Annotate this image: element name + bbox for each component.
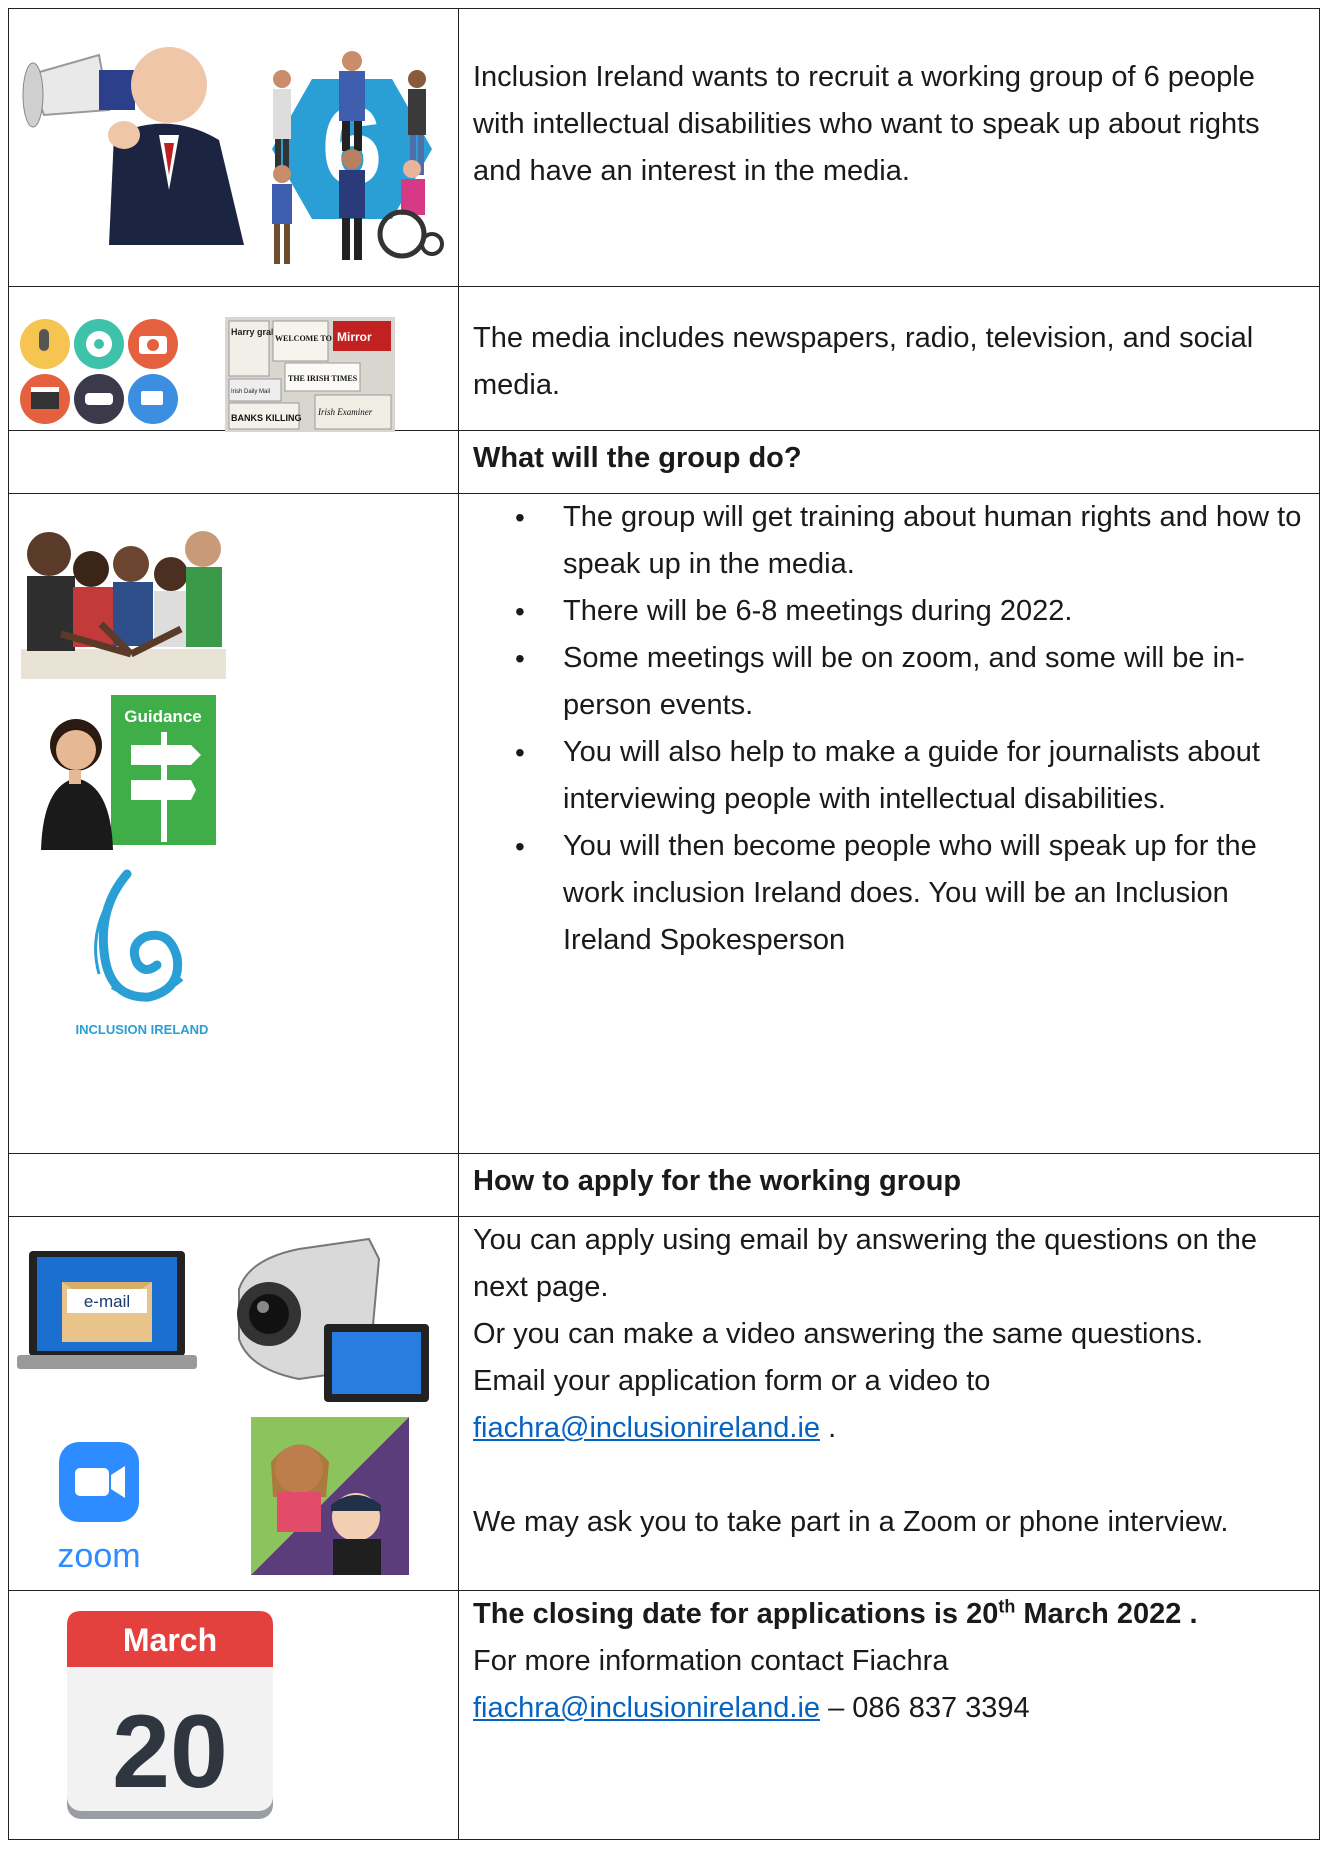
apply-text: You can apply using email by answering t… bbox=[459, 1217, 1319, 1546]
apply-line-3: Email your application form or a video t… bbox=[473, 1365, 991, 1397]
media-text: The media includes newspapers, radio, te… bbox=[473, 322, 1254, 401]
media-icons-image bbox=[20, 319, 178, 424]
email-laptop-icon: e-mail bbox=[17, 1251, 197, 1369]
video-camera-icon bbox=[237, 1237, 429, 1402]
list-item: You will then become people who will spe… bbox=[459, 823, 1309, 964]
empty-cell bbox=[8, 430, 459, 494]
svg-text:e-mail: e-mail bbox=[84, 1292, 130, 1311]
inclusion-ireland-logo: INCLUSION IRELAND bbox=[76, 869, 209, 1037]
apply-line-2: Or you can make a video answering the sa… bbox=[473, 1318, 1204, 1350]
svg-text:INCLUSION IRELAND: INCLUSION IRELAND bbox=[76, 1022, 209, 1037]
intro-text: Inclusion Ireland wants to recruit a wor… bbox=[473, 61, 1260, 187]
svg-text:Irish Daily Mail: Irish Daily Mail bbox=[231, 389, 270, 395]
svg-text:THE IRISH TIMES: THE IRISH TIMES bbox=[288, 374, 358, 383]
apply-email-suffix: . bbox=[820, 1412, 837, 1444]
group-bullets-cell: The group will get training about human … bbox=[458, 493, 1320, 1154]
intro-image-cell: 6 bbox=[8, 8, 459, 287]
apply-line-4: We may ask you to take part in a Zoom or… bbox=[473, 1506, 1229, 1538]
zoom-logo-icon: zoom bbox=[57, 1442, 141, 1575]
closing-date-text: The closing date for applications is 20t… bbox=[473, 1596, 1198, 1630]
list-item: There will be 6-8 meetings during 2022. bbox=[459, 588, 1309, 635]
svg-text:Irish Examiner: Irish Examiner bbox=[317, 407, 373, 417]
group-bullet-list: The group will get training about human … bbox=[459, 494, 1319, 964]
closing-image-cell: March 20 bbox=[8, 1590, 459, 1840]
intro-text-cell: Inclusion Ireland wants to recruit a wor… bbox=[458, 8, 1320, 287]
apply-email-link[interactable]: fiachra@inclusionireland.ie bbox=[473, 1412, 820, 1444]
svg-text:BANKS KILLING: BANKS KILLING bbox=[231, 413, 302, 423]
phone-call-image bbox=[251, 1417, 409, 1575]
list-item: The group will get training about human … bbox=[459, 494, 1309, 588]
apply-heading-cell: How to apply for the working group bbox=[458, 1153, 1320, 1217]
media-image-cell: Harry grabs the crown WELCOME TO DUBLIN … bbox=[8, 286, 459, 432]
guidance-sign-image: Guidance bbox=[41, 695, 216, 850]
list-item: You will also help to make a guide for j… bbox=[459, 729, 1309, 823]
info-table: 6 Inclusion Ireland wants to recruit a w… bbox=[8, 8, 1320, 1840]
svg-text:Guidance: Guidance bbox=[124, 707, 201, 726]
closing-text: The closing date for applications is 20t… bbox=[459, 1591, 1319, 1732]
svg-text:March: March bbox=[123, 1622, 217, 1658]
closing-email-link[interactable]: fiachra@inclusionireland.ie bbox=[473, 1692, 820, 1724]
group-heading-cell: What will the group do? bbox=[458, 430, 1320, 494]
group-image-cell: Guidance INCLUSION IRELAND bbox=[8, 493, 459, 1154]
six-people-group-image: 6 bbox=[272, 51, 444, 264]
svg-text:zoom: zoom bbox=[57, 1537, 140, 1575]
closing-info: For more information contact Fiachra bbox=[473, 1645, 949, 1677]
closing-text-cell: The closing date for applications is 20t… bbox=[458, 1590, 1320, 1840]
group-heading: What will the group do? bbox=[473, 442, 802, 474]
closing-phone: – 086 837 3394 bbox=[820, 1692, 1030, 1724]
list-item: Some meetings will be on zoom, and some … bbox=[459, 635, 1309, 729]
apply-heading: How to apply for the working group bbox=[473, 1165, 962, 1197]
apply-line-1: You can apply using email by answering t… bbox=[473, 1224, 1258, 1303]
apply-text-cell: You can apply using email by answering t… bbox=[458, 1216, 1320, 1591]
svg-text:20: 20 bbox=[112, 1694, 228, 1810]
media-text-cell: The media includes newspapers, radio, te… bbox=[458, 286, 1320, 431]
empty-cell bbox=[8, 1153, 459, 1217]
calendar-icon: March 20 bbox=[67, 1611, 273, 1819]
svg-text:Mirror: Mirror bbox=[337, 330, 372, 344]
megaphone-speaker-image bbox=[22, 47, 244, 245]
people-collaborating-image bbox=[21, 514, 226, 679]
newspapers-image: Harry grabs the crown WELCOME TO DUBLIN … bbox=[225, 317, 395, 432]
apply-image-cell: e-mail zoom bbox=[8, 1216, 459, 1591]
